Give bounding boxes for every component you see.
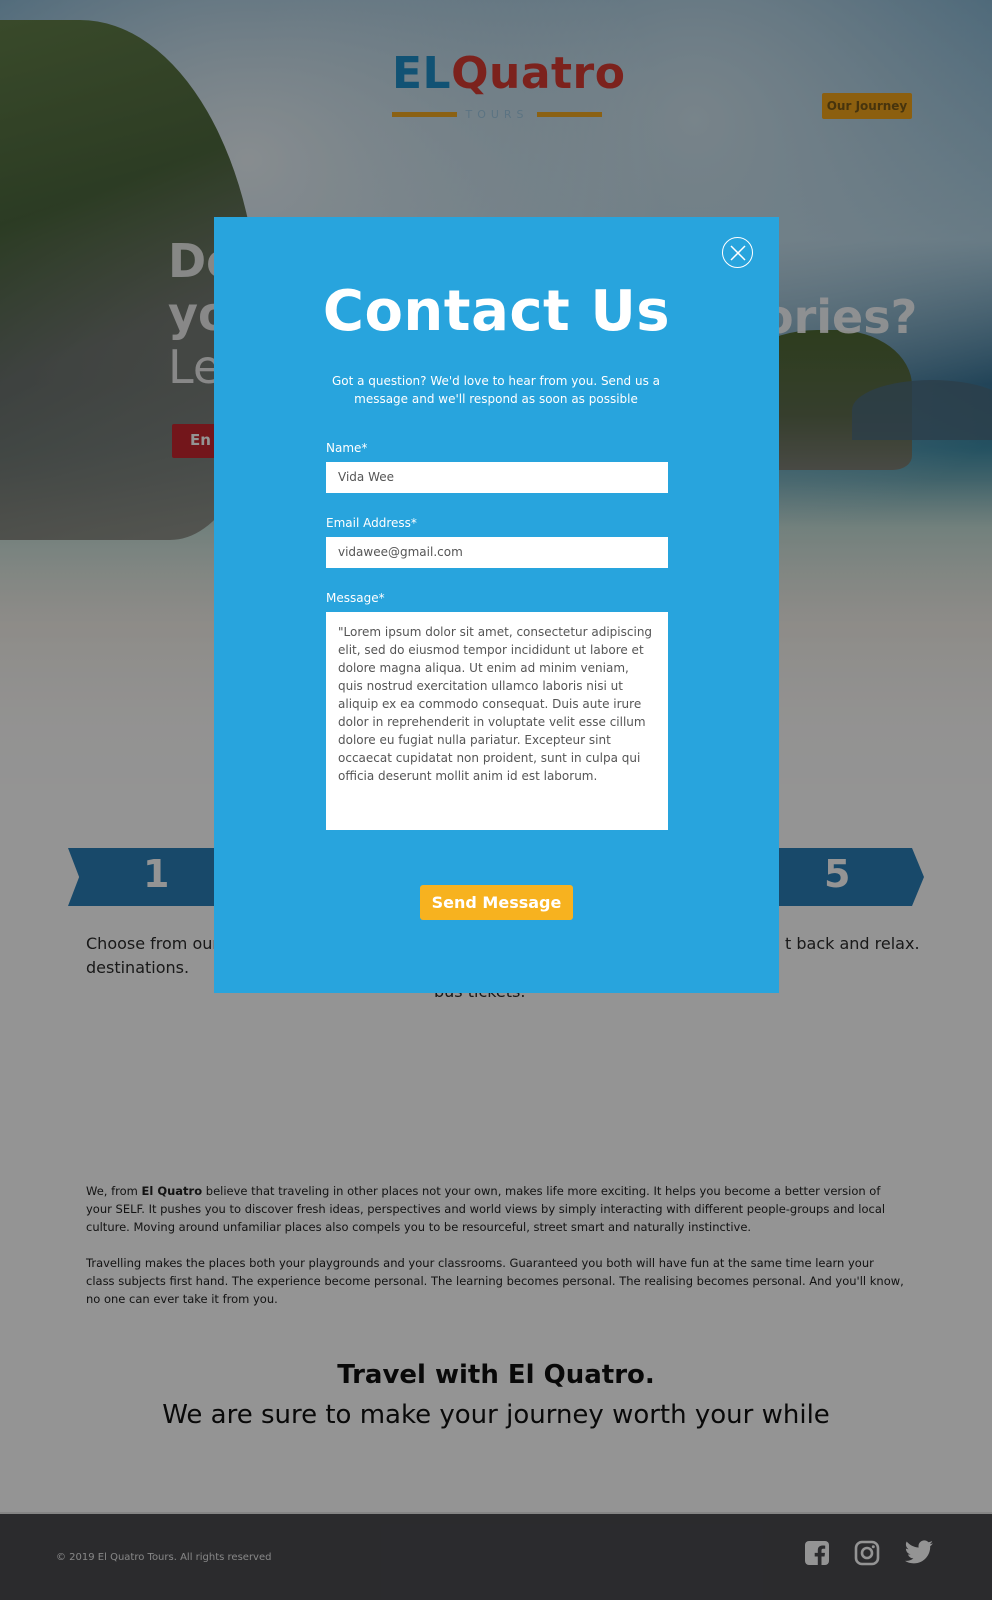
send-message-button[interactable]: Send Message — [420, 885, 573, 920]
modal-title: Contact Us — [322, 279, 671, 344]
name-label: Name* — [326, 441, 368, 455]
name-field[interactable]: Vida Wee — [326, 462, 668, 493]
email-label: Email Address* — [326, 516, 417, 530]
message-label: Message* — [326, 591, 385, 605]
contact-modal: Contact Us Got a question? We'd love to … — [214, 217, 779, 993]
close-button[interactable] — [722, 237, 753, 268]
email-field[interactable]: vidawee@gmail.com — [326, 537, 668, 568]
message-textarea[interactable]: "Lorem ipsum dolor sit amet, consectetur… — [326, 612, 668, 830]
modal-subtitle: Got a question? We'd love to hear from y… — [331, 374, 661, 406]
close-icon — [730, 245, 746, 261]
